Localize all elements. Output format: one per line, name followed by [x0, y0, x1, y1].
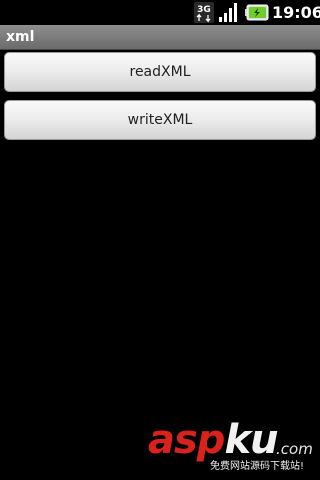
app-title: xml	[6, 29, 35, 45]
status-bar: 3G 19:06	[0, 0, 320, 25]
write-xml-button[interactable]: writeXML	[4, 100, 316, 140]
watermark-tagline: 免费网站源码下载站!	[210, 461, 305, 472]
signal-strength-icon	[219, 3, 237, 22]
3g-data-icon: 3G	[194, 2, 214, 23]
watermark-brand-part1: asp	[148, 417, 225, 463]
watermark-logo: aspku	[148, 417, 279, 463]
app-screen: 3G 19:06 xml readXML writeXML aspku .com…	[0, 0, 320, 480]
network-type-label: 3G	[197, 5, 211, 15]
battery-charging-icon	[245, 4, 269, 21]
title-bar: xml	[0, 25, 320, 50]
watermark: aspku .com 免费网站源码下载站!	[148, 418, 316, 476]
watermark-brand-part2: ku	[224, 417, 278, 463]
status-time: 19:06	[272, 3, 320, 22]
watermark-domain-suffix: .com	[276, 440, 313, 458]
read-xml-button[interactable]: readXML	[4, 52, 316, 92]
